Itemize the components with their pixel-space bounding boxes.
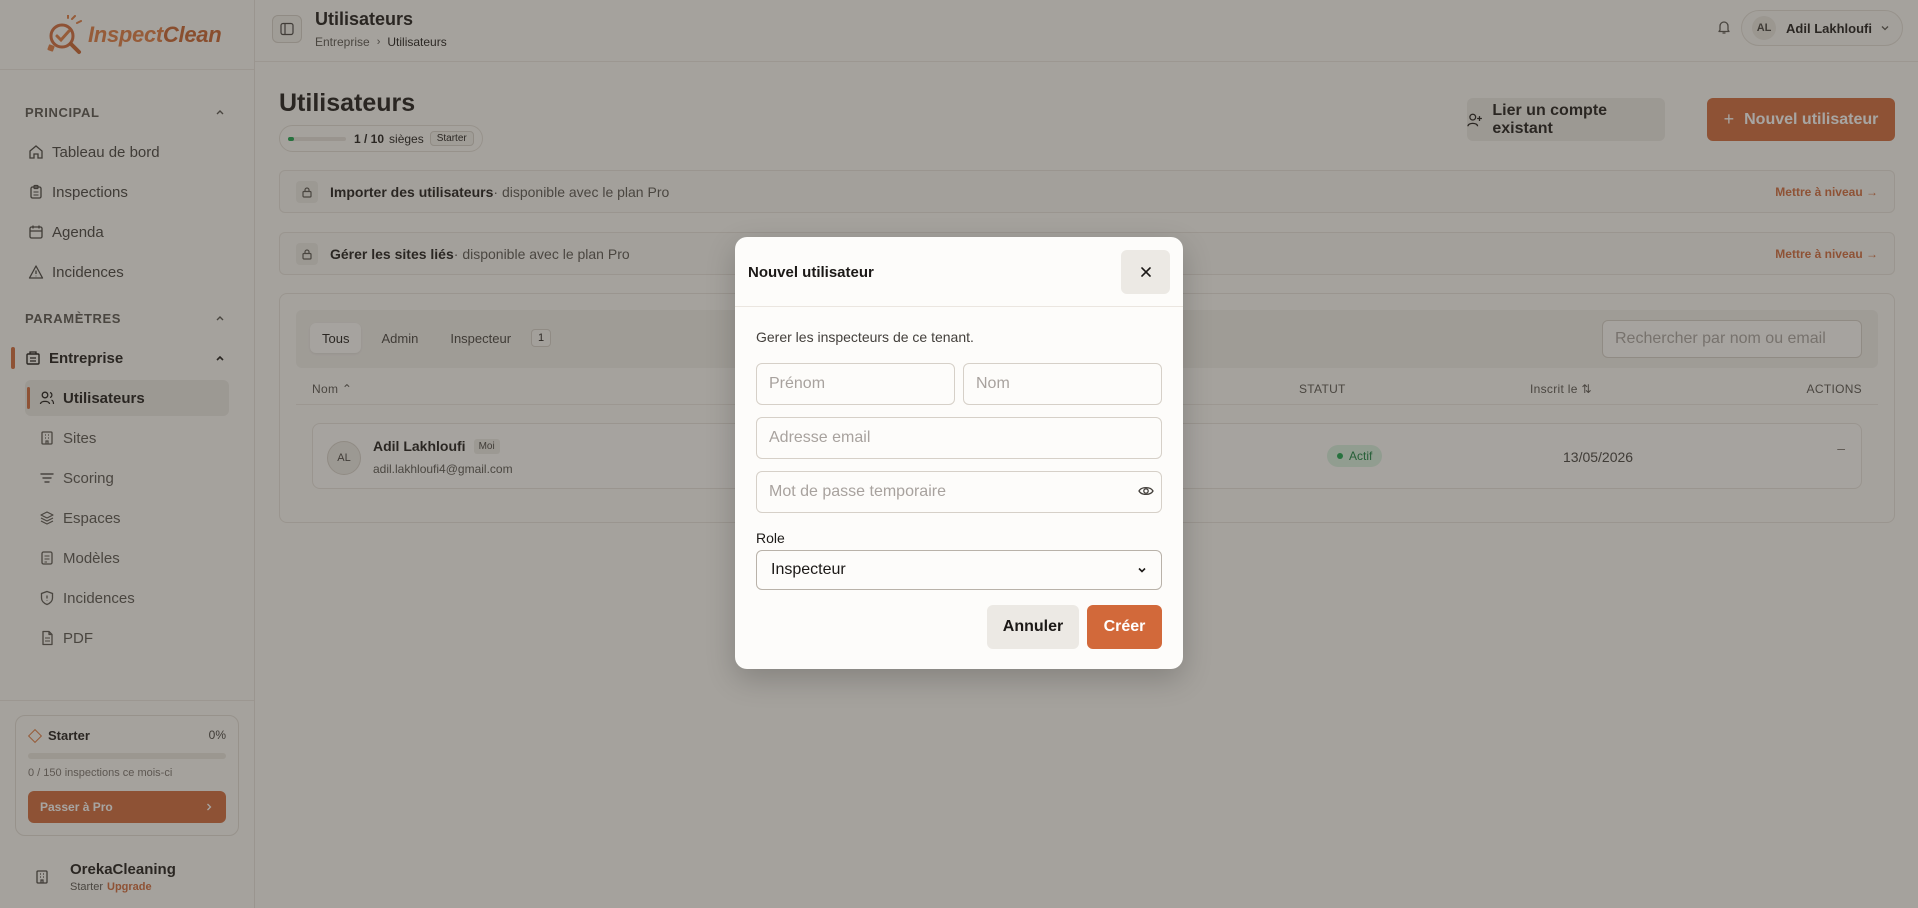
new-user-dialog: Nouvel utilisateur Gerer les inspecteurs… <box>735 237 1183 669</box>
eye-icon[interactable] <box>1138 483 1154 499</box>
dialog-header: Nouvel utilisateur <box>735 237 1183 307</box>
role-select-value: Inspecteur <box>771 561 846 578</box>
cancel-button[interactable]: Annuler <box>987 605 1079 649</box>
dialog-description: Gerer les inspecteurs de ce tenant. <box>756 329 974 345</box>
email-input[interactable] <box>756 417 1162 459</box>
role-label: Role <box>756 530 785 546</box>
dialog-title: Nouvel utilisateur <box>748 264 874 281</box>
temp-password-input[interactable] <box>756 471 1162 513</box>
close-icon <box>1140 267 1151 277</box>
chevron-down-icon <box>1138 567 1146 573</box>
role-select[interactable]: Inspecteur <box>756 550 1162 590</box>
close-button[interactable] <box>1121 250 1170 294</box>
last-name-input[interactable] <box>963 363 1162 405</box>
first-name-input[interactable] <box>756 363 955 405</box>
create-button[interactable]: Créer <box>1087 605 1162 649</box>
